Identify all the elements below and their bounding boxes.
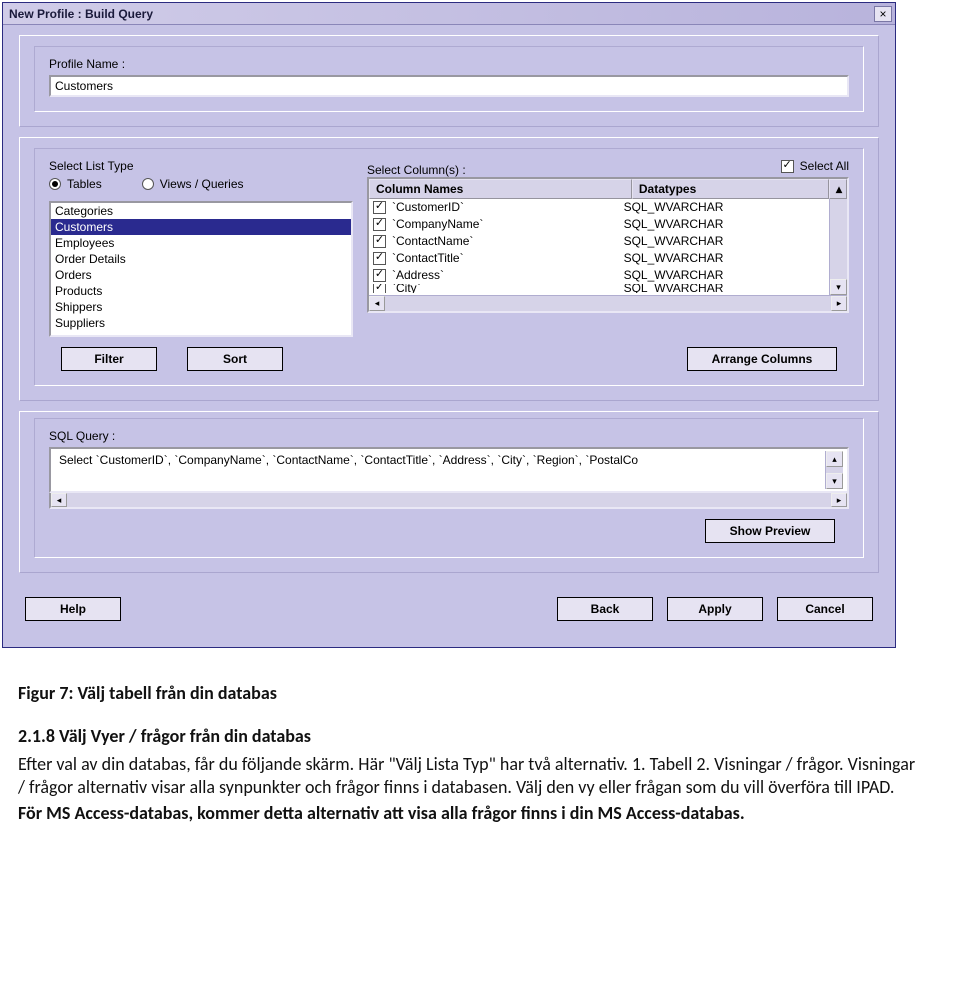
radio-dot-icon	[142, 178, 154, 190]
datatype-cell: SQL_WVARCHAR	[624, 199, 825, 216]
checkbox-icon[interactable]	[373, 284, 386, 293]
section-heading: 2.1.8 Välj Vyer / frågor från din databa…	[18, 725, 926, 748]
checkbox-icon[interactable]	[373, 201, 386, 214]
list-item[interactable]: Products	[51, 283, 351, 299]
filter-button[interactable]: Filter	[61, 347, 157, 371]
radio-dot-icon	[49, 178, 61, 190]
column-name-cell: `ContactTitle`	[392, 250, 464, 267]
sql-query-label: SQL Query :	[49, 429, 849, 443]
paragraph-1: Efter val av din databas, får du följand…	[18, 753, 926, 800]
columns-header: Column Names Datatypes ▴	[369, 179, 847, 199]
tables-listbox[interactable]: CategoriesCustomersEmployeesOrder Detail…	[49, 201, 353, 337]
column-name-cell: `City`	[392, 284, 421, 293]
table-row[interactable]: `Address` SQL_WVARCHAR	[369, 267, 829, 284]
show-preview-button[interactable]: Show Preview	[705, 519, 835, 543]
scroll-right-button[interactable]: ▸	[831, 493, 847, 507]
dialog-window: New Profile : Build Query × Profile Name…	[2, 2, 896, 648]
arrange-columns-button[interactable]: Arrange Columns	[687, 347, 837, 371]
list-item[interactable]: Employees	[51, 235, 351, 251]
list-item[interactable]: Suppliers	[51, 315, 351, 331]
list-item[interactable]: Orders	[51, 267, 351, 283]
radio-views-label: Views / Queries	[160, 177, 244, 191]
header-column-names[interactable]: Column Names	[369, 179, 632, 199]
select-all-label: Select All	[800, 159, 849, 173]
close-icon: ×	[879, 8, 886, 20]
vertical-scrollbar[interactable]: ▾	[829, 199, 847, 295]
scroll-down-button[interactable]: ▾	[830, 279, 847, 295]
datatype-cell: SQL_WVARCHAR	[624, 233, 825, 250]
list-type-label: Select List Type	[49, 159, 353, 173]
figure-caption: Figur 7: Välj tabell från din databas	[18, 682, 926, 705]
checkbox-icon[interactable]	[373, 235, 386, 248]
select-columns-label: Select Column(s) :	[367, 163, 466, 177]
close-button[interactable]: ×	[874, 6, 892, 22]
cancel-button[interactable]: Cancel	[777, 597, 873, 621]
table-row[interactable]: `CompanyName` SQL_WVARCHAR	[369, 216, 829, 233]
paragraph-2: För MS Access-databas, kommer detta alte…	[18, 802, 926, 825]
columns-panel: Select Column(s) : Select All Column Nam…	[367, 159, 849, 337]
columns-table: Column Names Datatypes ▴ `CustomerID` SQL…	[367, 177, 849, 313]
datatype-cell: SQL_WVARCHAR	[624, 250, 825, 267]
scroll-left-button[interactable]: ◂	[51, 493, 67, 507]
profile-name-label: Profile Name :	[49, 57, 849, 71]
radio-tables-label: Tables	[67, 177, 102, 191]
table-columns-group: Select List Type Tables Views / Queries	[19, 137, 879, 401]
title-bar: New Profile : Build Query ×	[3, 3, 895, 25]
column-name-cell: `CustomerID`	[392, 199, 464, 216]
radio-tables[interactable]: Tables	[49, 177, 102, 191]
document-text: Figur 7: Välj tabell från din databas 2.…	[0, 648, 944, 849]
help-button[interactable]: Help	[25, 597, 121, 621]
middle-button-row: Filter Sort Arrange Columns	[49, 337, 849, 371]
sort-button[interactable]: Sort	[187, 347, 283, 371]
list-item[interactable]: Customers	[51, 219, 351, 235]
column-name-cell: `Address`	[392, 267, 444, 284]
scroll-right-button[interactable]: ▸	[831, 296, 847, 311]
table-row[interactable]: `CustomerID` SQL_WVARCHAR	[369, 199, 829, 216]
sql-query-text: Select `CustomerID`, `CompanyName`, `Con…	[55, 451, 825, 489]
client-area: Profile Name : Select List Type Tables	[3, 25, 895, 647]
checkbox-icon	[781, 160, 794, 173]
datatype-cell: SQL_WVARCHAR	[624, 284, 825, 293]
column-name-cell: `ContactName`	[392, 233, 473, 250]
back-button[interactable]: Back	[557, 597, 653, 621]
table-row[interactable]: `ContactName` SQL_WVARCHAR	[369, 233, 829, 250]
apply-button[interactable]: Apply	[667, 597, 763, 621]
horizontal-scrollbar[interactable]: ◂ ▸	[369, 295, 847, 311]
checkbox-icon[interactable]	[373, 218, 386, 231]
profile-group: Profile Name :	[19, 35, 879, 127]
sql-group: SQL Query : Select `CustomerID`, `Compan…	[19, 411, 879, 573]
scroll-up-button[interactable]: ▴	[829, 179, 847, 199]
scroll-down-button[interactable]: ▾	[826, 473, 843, 489]
column-name-cell: `CompanyName`	[392, 216, 483, 233]
title-text: New Profile : Build Query	[6, 7, 153, 21]
scroll-left-button[interactable]: ◂	[369, 296, 385, 311]
checkbox-icon[interactable]	[373, 269, 386, 282]
list-item[interactable]: Order Details	[51, 251, 351, 267]
table-row[interactable]: `ContactTitle` SQL_WVARCHAR	[369, 250, 829, 267]
datatype-cell: SQL_WVARCHAR	[624, 267, 825, 284]
datatype-cell: SQL_WVARCHAR	[624, 216, 825, 233]
list-item[interactable]: Categories	[51, 203, 351, 219]
list-item[interactable]: Shippers	[51, 299, 351, 315]
sql-query-textarea[interactable]: Select `CustomerID`, `CompanyName`, `Con…	[49, 447, 849, 493]
sql-horizontal-scrollbar[interactable]: ◂ ▸	[49, 493, 849, 509]
list-type-panel: Select List Type Tables Views / Queries	[49, 159, 353, 337]
sql-vertical-scrollbar[interactable]: ▴ ▾	[825, 451, 843, 489]
checkbox-icon[interactable]	[373, 252, 386, 265]
scroll-up-button[interactable]: ▴	[826, 451, 843, 467]
profile-name-input[interactable]	[49, 75, 849, 97]
footer-buttons: Help Back Apply Cancel	[19, 583, 879, 631]
columns-body: `CustomerID` SQL_WVARCHAR `CompanyName` SQL…	[369, 199, 829, 295]
select-all-checkbox[interactable]: Select All	[781, 159, 849, 173]
header-datatypes[interactable]: Datatypes	[632, 179, 829, 199]
radio-views[interactable]: Views / Queries	[142, 177, 244, 191]
table-row[interactable]: `City` SQL_WVARCHAR	[369, 284, 829, 293]
